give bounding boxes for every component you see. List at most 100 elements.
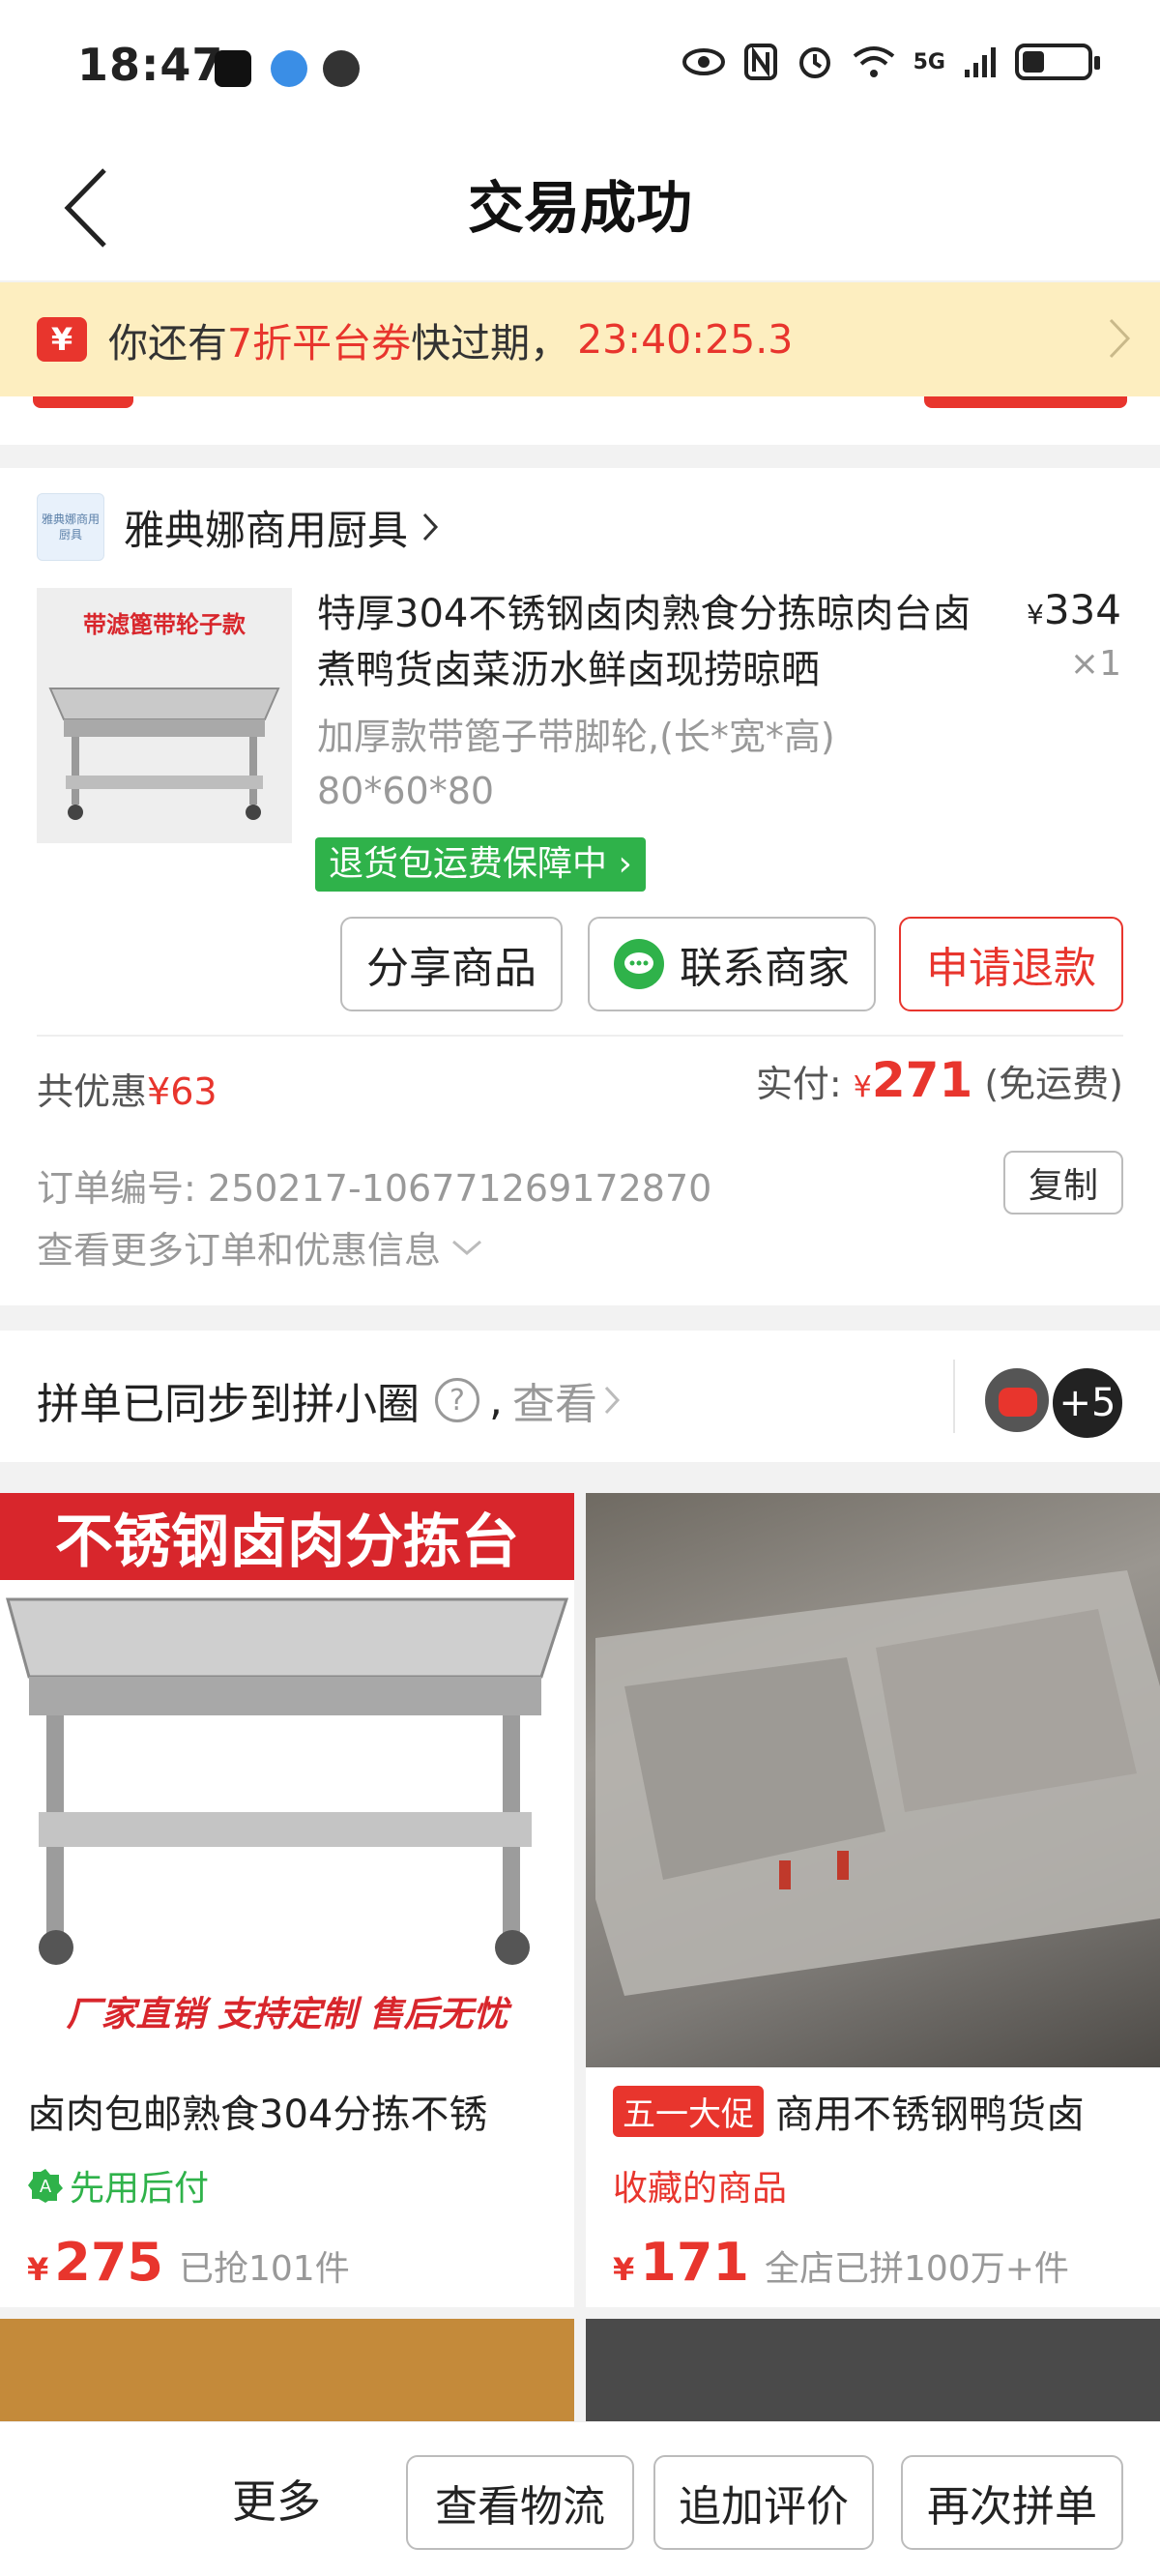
return-shipping-guarantee[interactable]: 退货包运费保障中 ›	[315, 837, 646, 892]
order-number-value: 250217-106771269172870	[207, 1167, 712, 1210]
recommended-product-price: ¥ 275 已抢101件	[27, 2232, 350, 2293]
avatar-count[interactable]: +5	[1050, 1365, 1125, 1441]
product-image	[586, 1493, 1160, 2067]
eye-icon	[682, 48, 725, 75]
request-refund-button[interactable]: 申请退款	[899, 917, 1123, 1011]
nfc-icon	[743, 44, 777, 80]
discount-summary: 共优惠¥63	[37, 1062, 218, 1115]
recommended-product-card[interactable]: 不锈钢卤肉分拣台 厂家直销 支持定制 售后无忧 卤肉包邮熟食304分拣不锈 A …	[0, 1493, 574, 2307]
product-title[interactable]: 特厚304不锈钢卤肉熟食分拣晾肉台卤煮鸭货卤菜沥水鲜卤现捞晾晒	[317, 586, 974, 698]
recommended-product-title-text: 商用不锈钢鸭货卤	[775, 2093, 1085, 2137]
guarantee-label: 退货包运费保障中	[329, 844, 608, 884]
recommended-product-title: 五一大促 商用不锈钢鸭货卤	[613, 2083, 1154, 2139]
divider	[37, 1035, 1123, 1037]
status-bar: 18:47 5G	[0, 0, 1160, 135]
price-value: 171	[640, 2232, 749, 2293]
coupon-text-before: 你还有	[108, 320, 227, 366]
divider	[953, 1360, 955, 1433]
sorting-table-image	[48, 688, 280, 820]
order-card: 雅典娜商用厨具 雅典娜商用厨具 带滤篦带轮子款 特厚304不锈钢卤肉熟食分拣晾肉…	[0, 468, 1160, 1305]
sold-count: 已抢101件	[179, 2249, 350, 2289]
view-logistics-button[interactable]: 查看物流	[406, 2455, 634, 2550]
chevron-right-icon	[422, 512, 439, 542]
contact-seller-label: 联系商家	[680, 944, 850, 993]
paid-summary: 实付: ¥271 (免运费)	[756, 1052, 1123, 1108]
add-review-button[interactable]: 追加评价	[653, 2455, 874, 2550]
price-currency: ¥	[27, 2251, 49, 2288]
recommended-product-price: ¥ 171 全店已拼100万+件	[613, 2232, 1069, 2293]
group-sync-row: 拼单已同步到拼小圈 ? , 查看 +5	[0, 1331, 1160, 1462]
svg-text:A: A	[40, 2177, 52, 2197]
wechat-icon	[323, 50, 360, 87]
paid-currency: ¥	[853, 1070, 872, 1104]
pay-later-badge: A 先用后付	[27, 2160, 209, 2210]
product-image[interactable]: 带滤篦带轮子款	[37, 588, 292, 843]
shipping-note: (免运费)	[972, 1063, 1123, 1105]
product-image: 不锈钢卤肉分拣台 厂家直销 支持定制 售后无忧	[0, 1493, 574, 2067]
browser-icon	[271, 50, 307, 87]
product-spec: 加厚款带篦子带脚轮,(长*宽*高) 80*60*80	[317, 716, 835, 812]
status-time: 18:47	[77, 39, 224, 91]
discount-value: ¥63	[147, 1070, 218, 1113]
price-currency: ¥	[1027, 599, 1044, 630]
image-slogan: 厂家直销 支持定制 售后无忧	[66, 1995, 508, 2034]
recommended-product-card-partial[interactable]	[0, 2319, 574, 2425]
chevron-right-icon: ›	[618, 844, 632, 884]
sorting-table-image	[6, 1597, 569, 1965]
bottom-action-bar: 更多 查看物流 追加评价 再次拼单	[0, 2421, 1160, 2576]
avatar[interactable]	[982, 1365, 1052, 1435]
status-icons: 5G	[682, 43, 1100, 81]
pay-later-icon: A	[28, 2169, 63, 2203]
sold-count: 全店已拼100万+件	[765, 2249, 1069, 2289]
coupon-text-after: 快过期，	[411, 320, 570, 366]
more-order-info-toggle[interactable]: 查看更多订单和优惠信息	[37, 1220, 483, 1273]
group-sync-label: 拼单已同步到拼小圈	[37, 1380, 420, 1429]
coupon-countdown: 23:40:25.3	[577, 316, 794, 363]
order-number-label: 订单编号:	[37, 1167, 208, 1210]
reorder-button[interactable]: 再次拼单	[901, 2455, 1123, 2550]
price-value: 334	[1043, 586, 1121, 633]
shop-header[interactable]: 雅典娜商用厨具 雅典娜商用厨具	[37, 493, 439, 561]
paid-amount: 271	[871, 1052, 973, 1108]
contact-seller-button[interactable]: 联系商家	[588, 917, 876, 1011]
tiktok-icon	[215, 50, 251, 87]
recommended-product-card[interactable]: 五一大促 商用不锈钢鸭货卤 收藏的商品 ¥ 171 全店已拼100万+件	[586, 1493, 1160, 2307]
network-label: 5G	[913, 49, 945, 74]
alarm-icon	[798, 47, 830, 78]
stainless-tank-image	[595, 1570, 1160, 1996]
recommended-product-card-partial[interactable]	[586, 2319, 1160, 2425]
group-sync-text: 拼单已同步到拼小圈 ? , 查看	[37, 1369, 621, 1431]
product-quantity: ×1	[1069, 644, 1121, 684]
view-link[interactable]: 查看	[512, 1369, 597, 1431]
chevron-right-icon	[604, 1386, 621, 1415]
chevron-down-icon	[452, 1240, 481, 1255]
more-button[interactable]: 更多	[232, 2467, 321, 2531]
recommended-product-title: 卤肉包邮熟食304分拣不锈	[27, 2093, 488, 2137]
coupon-banner[interactable]: ¥ 你还有 7折平台券 快过期， 23:40:25.3	[0, 282, 1160, 396]
peek-strip	[0, 396, 1160, 445]
shop-name: 雅典娜商用厨具	[124, 506, 409, 554]
comma: ,	[489, 1375, 503, 1425]
product-price: ¥334	[1027, 586, 1121, 633]
page-title: 交易成功	[467, 175, 692, 241]
shop-logo: 雅典娜商用厨具	[37, 493, 104, 561]
help-icon[interactable]: ?	[435, 1378, 479, 1422]
price-currency: ¥	[613, 2251, 635, 2288]
coupon-tag-icon: ¥	[37, 317, 87, 362]
discount-label: 共优惠	[37, 1070, 148, 1113]
chat-icon	[614, 939, 664, 989]
signal-icon	[965, 47, 996, 77]
battery-icon	[1015, 44, 1100, 80]
favorited-label: 收藏的商品	[613, 2169, 788, 2209]
price-value: 275	[54, 2232, 163, 2293]
wifi-icon	[853, 46, 894, 77]
chevron-right-icon	[1109, 318, 1131, 359]
more-order-info-label: 查看更多订单和优惠信息	[37, 1229, 442, 1272]
nav-bar: 交易成功	[0, 135, 1160, 280]
share-product-button[interactable]: 分享商品	[340, 917, 563, 1011]
copy-order-number-button[interactable]: 复制	[1003, 1151, 1123, 1215]
pay-later-label: 先用后付	[70, 2169, 210, 2209]
order-number: 订单编号: 250217-106771269172870	[37, 1158, 711, 1212]
coupon-highlight: 7折平台券	[227, 320, 412, 366]
paid-label: 实付:	[755, 1063, 854, 1105]
